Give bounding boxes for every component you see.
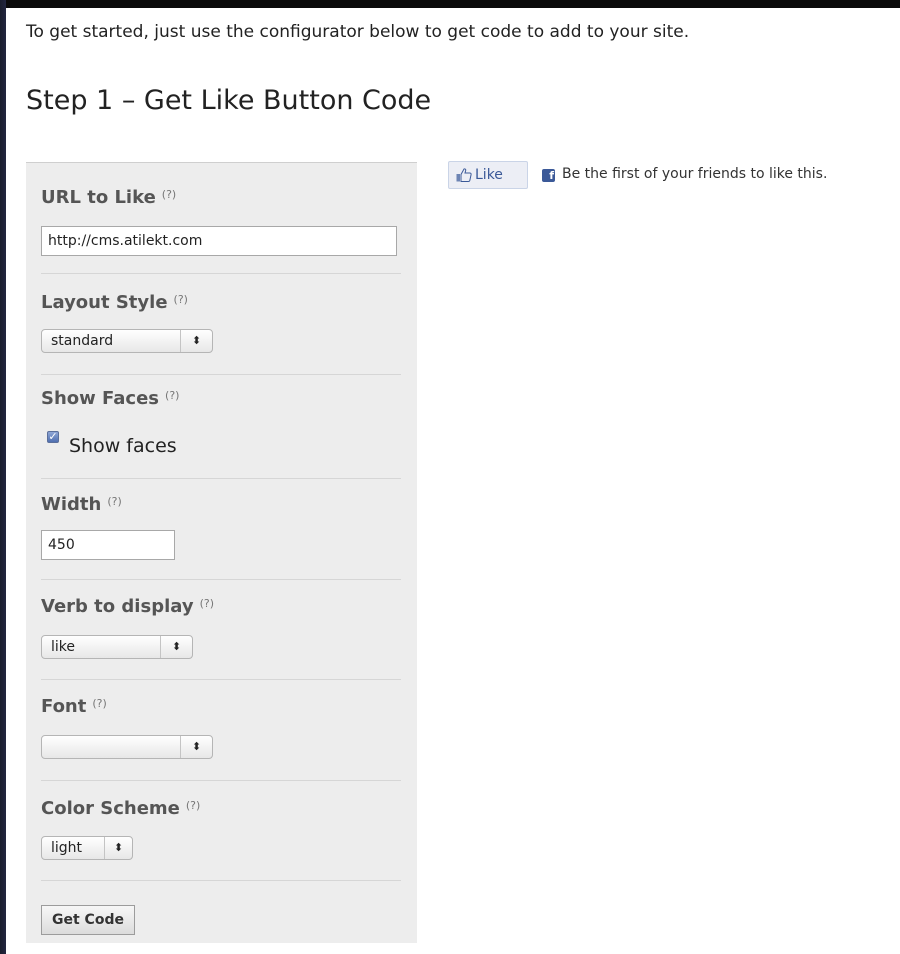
social-context-text: Be the first of your friends to like thi… [562,166,828,182]
url-input[interactable] [41,226,397,256]
configurator-panel: URL to Like (?) Layout Style (?) standard … [26,162,417,943]
width-input[interactable] [41,530,175,560]
layout-label: Layout Style [41,292,168,313]
color-scheme-help-icon[interactable]: (?) [186,799,200,812]
url-label: URL to Like [41,187,156,208]
like-button-label: Like [475,167,503,183]
width-label: Width [41,494,102,515]
faces-help-icon[interactable]: (?) [165,389,179,402]
divider [41,579,401,580]
verb-section: Verb to display (?) [41,596,401,617]
layout-style-select[interactable]: standard ⬍ [41,329,213,353]
color-scheme-label: Color Scheme [41,798,180,819]
color-scheme-select[interactable]: light ⬍ [41,836,133,860]
like-button[interactable]: Like [448,161,528,189]
chevron-updown-icon: ⬍ [104,837,132,859]
facebook-icon: f [542,169,555,182]
faces-label: Show Faces [41,388,160,409]
verb-value: like [51,639,76,655]
show-faces-label[interactable]: Show faces [69,435,177,457]
divider [41,478,401,479]
font-help-icon[interactable]: (?) [92,697,106,710]
verb-select[interactable]: like ⬍ [41,635,193,659]
get-code-button[interactable]: Get Code [41,905,135,935]
verb-label: Verb to display [41,596,194,617]
color-section: Color Scheme (?) [41,798,401,819]
url-help-icon[interactable]: (?) [162,188,176,201]
width-help-icon[interactable]: (?) [107,495,121,508]
url-section: URL to Like (?) [41,187,401,208]
divider [41,880,401,881]
page: To get started, just use the configurato… [6,8,900,954]
chevron-updown-icon: ⬍ [160,636,192,658]
divider [41,780,401,781]
divider [41,679,401,680]
faces-section: Show Faces (?) [41,388,401,409]
divider [41,374,401,375]
chevron-updown-icon: ⬍ [180,736,212,758]
layout-section: Layout Style (?) [41,292,401,313]
font-label: Font [41,696,87,717]
page-title: Step 1 – Get Like Button Code [26,85,432,116]
color-scheme-value: light [51,840,83,856]
chevron-updown-icon: ⬍ [180,330,212,352]
layout-help-icon[interactable]: (?) [174,293,188,306]
font-select[interactable]: ⬍ [41,735,213,759]
show-faces-checkbox[interactable]: ✓ [47,431,59,443]
intro-text: To get started, just use the configurato… [26,22,690,42]
width-section: Width (?) [41,494,401,515]
verb-help-icon[interactable]: (?) [200,597,214,610]
divider [41,273,401,274]
font-section: Font (?) [41,696,401,717]
layout-style-value: standard [51,333,114,349]
thumbs-up-icon [456,168,472,186]
top-bar [6,0,900,8]
